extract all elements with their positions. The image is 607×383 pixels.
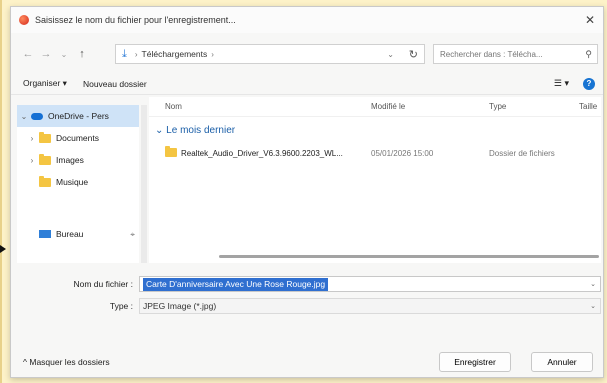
save-dialog: Saisissez le nom du fichier pour l'enreg…	[10, 6, 604, 378]
list-item[interactable]: Realtek_Audio_Driver_V6.3.9600.2203_WL..…	[149, 145, 601, 163]
new-folder-button[interactable]: Nouveau dossier	[83, 79, 147, 89]
filename-field[interactable]: Carte D'anniversaire Avec Une Rose Rouge…	[139, 276, 601, 292]
folder-icon	[165, 146, 177, 157]
chevron-right-icon: ›	[211, 49, 214, 59]
back-arrow-icon[interactable]: ←	[19, 48, 37, 60]
column-header-size[interactable]: Taille	[579, 102, 597, 111]
address-bar[interactable]: ⤓ › Téléchargements › ⌄ ↻	[115, 44, 425, 64]
column-headers: Nom Modifié le Type Taille	[149, 97, 601, 117]
filetype-value: JPEG Image (*.jpg)	[143, 301, 217, 311]
hide-folders-button[interactable]: ^ Masquer les dossiers	[23, 357, 110, 367]
pane-splitter[interactable]	[141, 105, 147, 263]
sidebar-item-documents[interactable]: › Documents	[17, 127, 139, 149]
close-icon[interactable]: ✕	[585, 13, 595, 27]
filetype-select[interactable]: JPEG Image (*.jpg) ⌄	[139, 298, 601, 314]
search-input[interactable]	[440, 49, 580, 59]
folder-icon	[39, 153, 51, 165]
group-header[interactable]: ⌄ Le mois dernier	[155, 125, 235, 136]
sidebar-item-label: OneDrive - Pers	[48, 111, 109, 121]
file-list: Nom Modifié le Type Taille ⌄ Le mois der…	[149, 97, 601, 263]
file-modified: 05/01/2026 15:00	[371, 149, 434, 158]
cloud-icon	[31, 112, 43, 120]
help-icon[interactable]: ?	[583, 77, 595, 90]
sidebar-item-desktop[interactable]: Bureau ⌖	[17, 223, 139, 245]
column-header-modified[interactable]: Modifié le	[371, 102, 405, 111]
file-name: Realtek_Audio_Driver_V6.3.9600.2203_WL..…	[181, 149, 343, 158]
view-options-icon[interactable]: ☰ ▾	[554, 78, 569, 89]
download-icon: ⤓	[122, 47, 127, 60]
scrollbar-thumb[interactable]	[219, 255, 599, 258]
chevron-down-icon[interactable]: ⌄	[17, 112, 31, 121]
folder-icon	[39, 175, 51, 187]
filetype-label: Type :	[109, 301, 133, 311]
history-chevron-icon[interactable]: ⌄	[55, 50, 73, 59]
refresh-icon[interactable]: ↻	[409, 48, 418, 61]
desktop-icon	[39, 230, 51, 238]
dialog-footer: ^ Masquer les dossiers Enregistrer Annul…	[11, 347, 603, 377]
sidebar-item-onedrive[interactable]: ⌄ OneDrive - Pers	[17, 105, 139, 127]
pointer-arrow-icon	[0, 245, 6, 253]
chevron-down-icon: ⌄	[155, 125, 164, 136]
search-box[interactable]: ⚲	[433, 44, 598, 64]
chevron-right-icon[interactable]: ›	[25, 156, 39, 165]
sidebar-item-images[interactable]: › Images	[17, 149, 139, 171]
title-bar: Saisissez le nom du fichier pour l'enreg…	[11, 7, 603, 33]
filename-label: Nom du fichier :	[73, 279, 133, 289]
sidebar-item-label: Documents	[56, 133, 99, 143]
sidebar-item-label: Musique	[56, 177, 89, 187]
folder-icon	[39, 131, 51, 143]
column-header-name[interactable]: Nom	[165, 102, 182, 111]
sidebar-item-music[interactable]: Musique	[17, 171, 139, 193]
sidebar-item-label: Images	[56, 155, 84, 165]
search-icon: ⚲	[585, 48, 592, 59]
column-header-type[interactable]: Type	[489, 102, 506, 111]
group-label: Le mois dernier	[166, 125, 236, 136]
toolbar: Organiser ▾ Nouveau dossier ☰ ▾ ?	[11, 73, 603, 95]
navigation-pane: ⌄ OneDrive - Pers › Documents › Images M…	[17, 105, 139, 263]
chevron-right-icon[interactable]: ›	[25, 134, 39, 143]
navigation-bar: ← → ⌄ ↑ ⤓ › Téléchargements › ⌄ ↻ ⚲	[11, 41, 603, 67]
filename-row: Nom du fichier : Carte D'anniversaire Av…	[11, 275, 603, 293]
filetype-row: Type : JPEG Image (*.jpg) ⌄	[11, 297, 603, 315]
chevron-right-icon: ›	[134, 49, 138, 59]
horizontal-scrollbar[interactable]	[149, 255, 601, 259]
sidebar-item-label: Bureau	[56, 229, 84, 239]
breadcrumb-downloads[interactable]: Téléchargements	[142, 49, 208, 59]
chevron-down-icon[interactable]: ⌄	[590, 280, 596, 288]
forward-arrow-icon[interactable]: →	[37, 48, 55, 60]
up-arrow-icon[interactable]: ↑	[73, 48, 91, 60]
save-button[interactable]: Enregistrer	[439, 352, 511, 372]
filename-value[interactable]: Carte D'anniversaire Avec Une Rose Rouge…	[143, 277, 329, 291]
cancel-button[interactable]: Annuler	[531, 352, 593, 372]
chevron-down-icon[interactable]: ⌄	[590, 302, 596, 310]
chevron-up-icon: ^	[23, 357, 27, 367]
hide-folders-label: Masquer les dossiers	[29, 357, 110, 367]
app-icon	[19, 15, 29, 25]
file-type: Dossier de fichiers	[489, 149, 555, 158]
pin-icon: ⌖	[130, 228, 135, 239]
chevron-down-icon[interactable]: ⌄	[387, 50, 394, 59]
organize-button[interactable]: Organiser ▾	[23, 78, 67, 89]
dialog-title: Saisissez le nom du fichier pour l'enreg…	[35, 15, 236, 25]
